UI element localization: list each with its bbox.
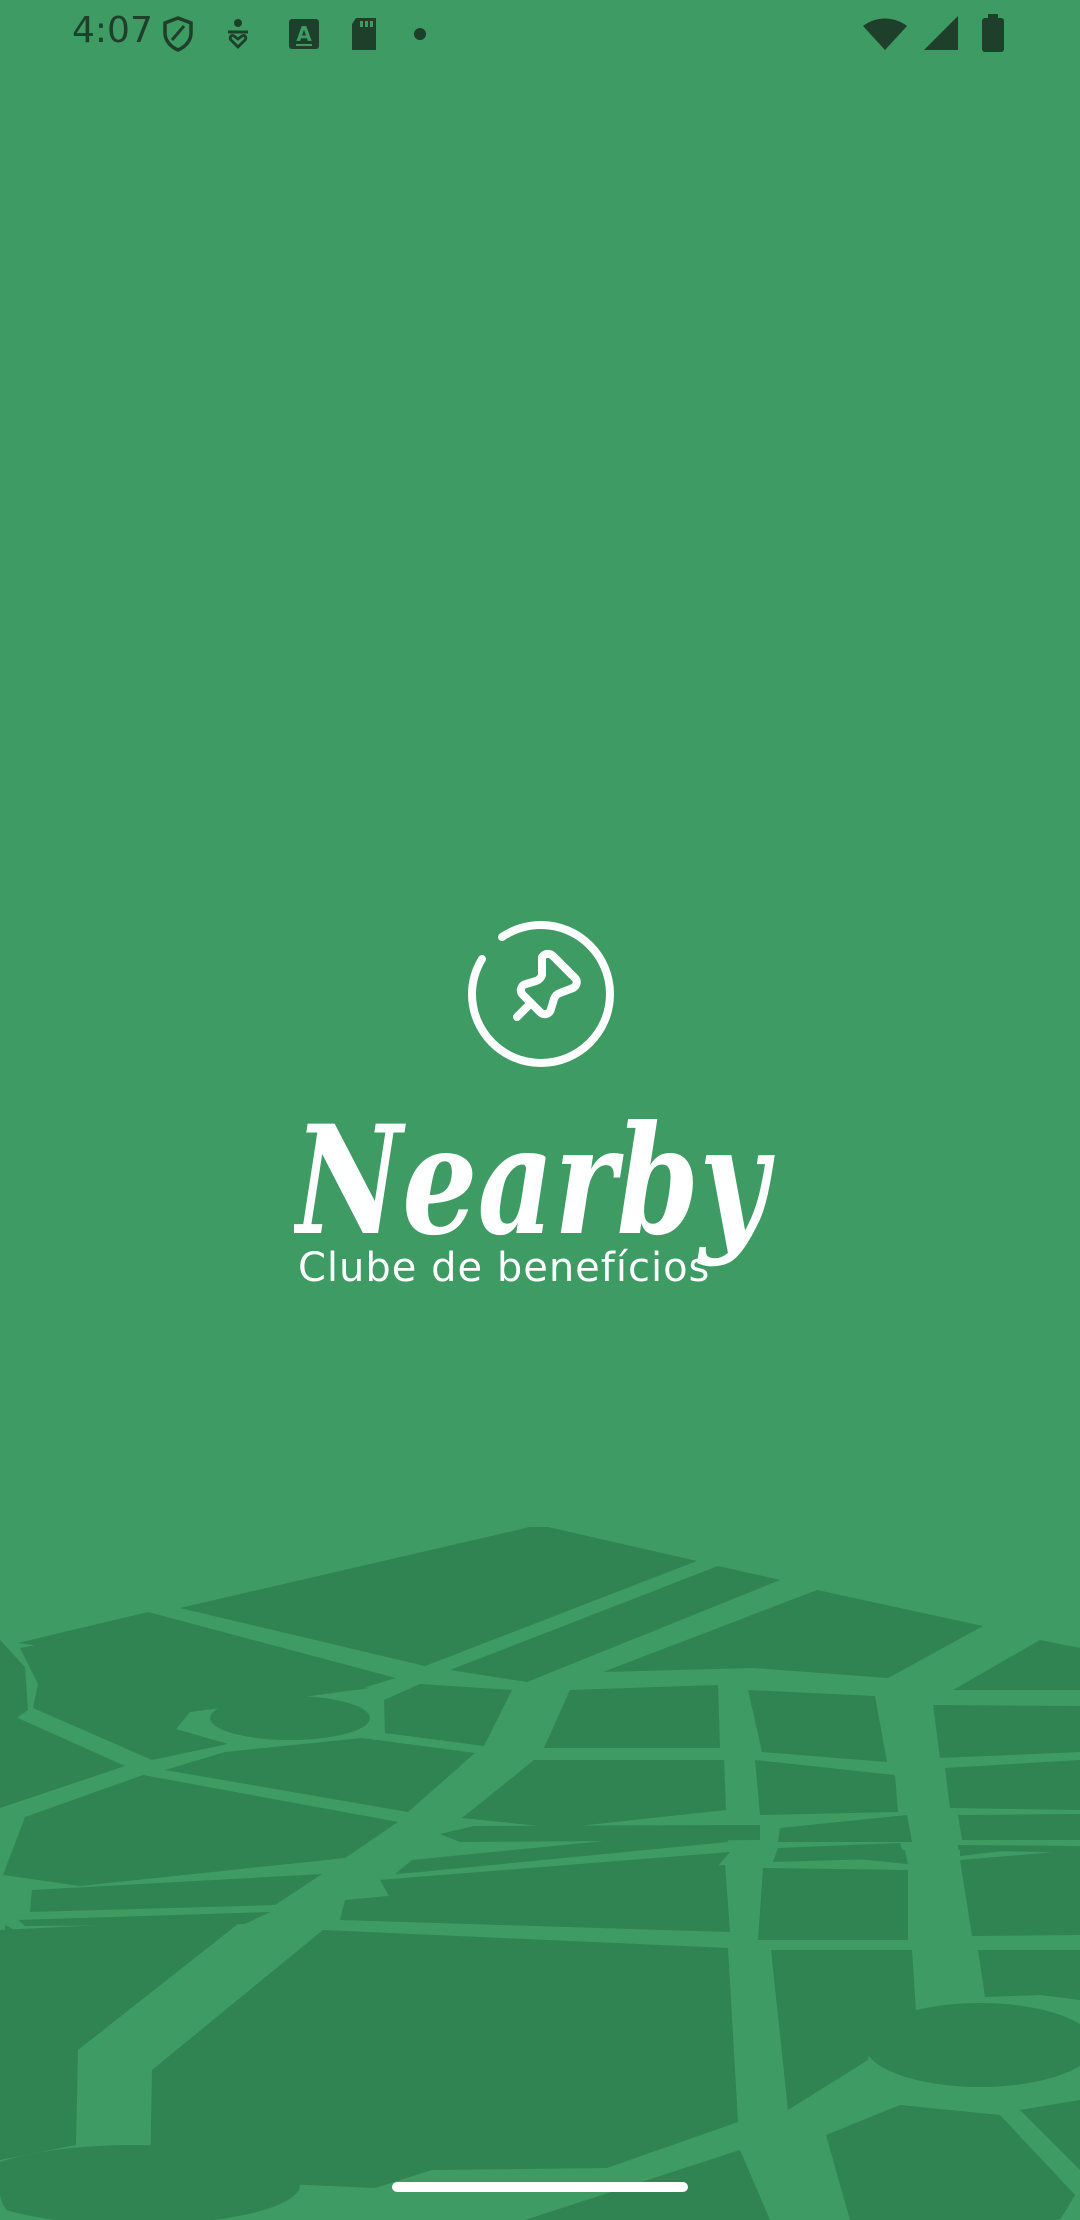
splash-screen: 4:07 A Nearby Clube de benefícios <box>0 0 1080 2220</box>
shield-icon <box>163 16 193 52</box>
sd-card-icon <box>352 18 376 50</box>
accessibility-icon <box>228 19 248 49</box>
tagline: Clube de benefícios <box>298 1245 711 1291</box>
dot-icon <box>414 28 426 40</box>
nav-gesture-handle[interactable] <box>392 2182 688 2192</box>
font-a-icon: A <box>289 19 319 49</box>
cell-signal-icon <box>924 16 958 50</box>
battery-icon <box>982 14 1004 52</box>
status-icons-right <box>860 14 1080 54</box>
map-illustration <box>0 1527 1080 2220</box>
status-time: 4:07 <box>72 10 153 51</box>
svg-text:A: A <box>296 22 312 46</box>
logo-block: Nearby Clube de benefícios <box>0 915 1080 1295</box>
wifi-icon <box>863 18 907 50</box>
status-bar: 4:07 A <box>0 0 1080 66</box>
pushpin-circle-icon <box>467 920 615 1068</box>
